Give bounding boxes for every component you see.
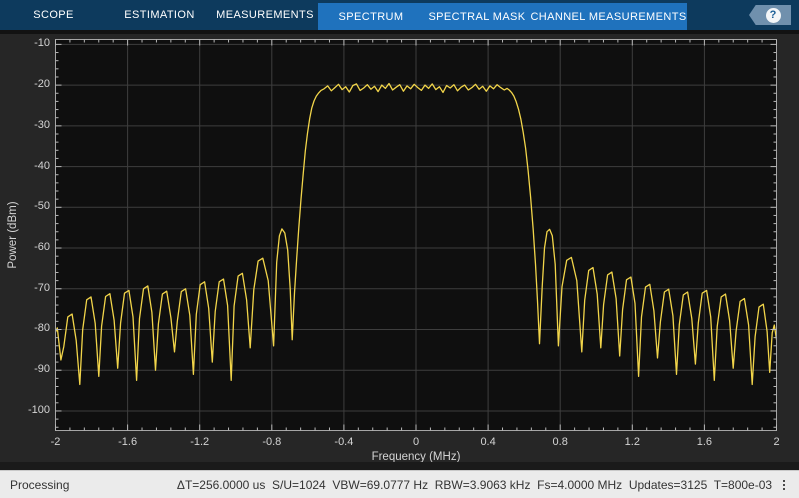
y-tick-label: -70 (34, 281, 50, 294)
y-tick-label: -30 (34, 118, 50, 131)
x-tick-label: 1.2 (624, 436, 640, 448)
x-tick-label: -2 (50, 436, 61, 448)
spectrum-plot (55, 39, 777, 431)
tab-scope[interactable]: SCOPE (0, 0, 107, 30)
y-tick-label: -20 (34, 78, 50, 91)
x-tick-label: 0 (412, 436, 420, 448)
spectrum-analyzer-window: SCOPE ESTIMATION MEASUREMENTS SPECTRUM S… (0, 0, 799, 498)
tab-measurements[interactable]: MEASUREMENTS (212, 0, 318, 30)
y-tick-label: -80 (34, 322, 50, 335)
y-tick-label: -100 (27, 403, 50, 416)
status-text: Processing (10, 477, 70, 492)
x-tick-label: 0.8 (552, 436, 568, 448)
y-tick-label: -40 (34, 159, 50, 172)
overflow-menu-icon[interactable] (777, 477, 791, 493)
y-tick-label: -10 (34, 37, 50, 50)
status-measurements: ΔT=256.0000 us S/U=1024 VBW=69.0777 Hz R… (176, 477, 773, 492)
plot-area[interactable] (55, 39, 777, 431)
x-tick-label: -1.2 (190, 436, 210, 448)
status-bar: Processing ΔT=256.0000 us S/U=1024 VBW=6… (0, 470, 799, 498)
tab-spectrum[interactable]: SPECTRUM (318, 3, 424, 30)
figure-bottom-strip (0, 462, 799, 470)
x-tick-label: 2 (773, 436, 780, 448)
help-icon: ? (765, 7, 781, 23)
x-tick-label: 0.4 (480, 436, 496, 448)
tab-spectral-mask[interactable]: SPECTRAL MASK (424, 3, 530, 30)
x-tick-label: -1.6 (118, 436, 138, 448)
y-tick-label: -50 (34, 200, 50, 213)
tab-estimation[interactable]: ESTIMATION (107, 0, 212, 30)
x-tick-label: -0.4 (334, 436, 354, 448)
help-button[interactable]: ? (749, 5, 791, 25)
y-tick-label: -60 (34, 241, 50, 254)
tab-channel-measurements[interactable]: CHANNEL MEASUREMENTS (530, 3, 687, 30)
x-tick-label: 1.6 (696, 436, 713, 448)
y-tick-label: -90 (34, 363, 50, 376)
y-axis-title: Power (dBm) (7, 201, 19, 269)
scope-figure: Power (dBm) -2 -1.6 -1.2 -0.8 -0.4 0 0.4 0.8 1.2… (0, 34, 799, 470)
x-tick-label: -0.8 (262, 436, 282, 448)
toolstrip: SCOPE ESTIMATION MEASUREMENTS SPECTRUM S… (0, 0, 799, 30)
